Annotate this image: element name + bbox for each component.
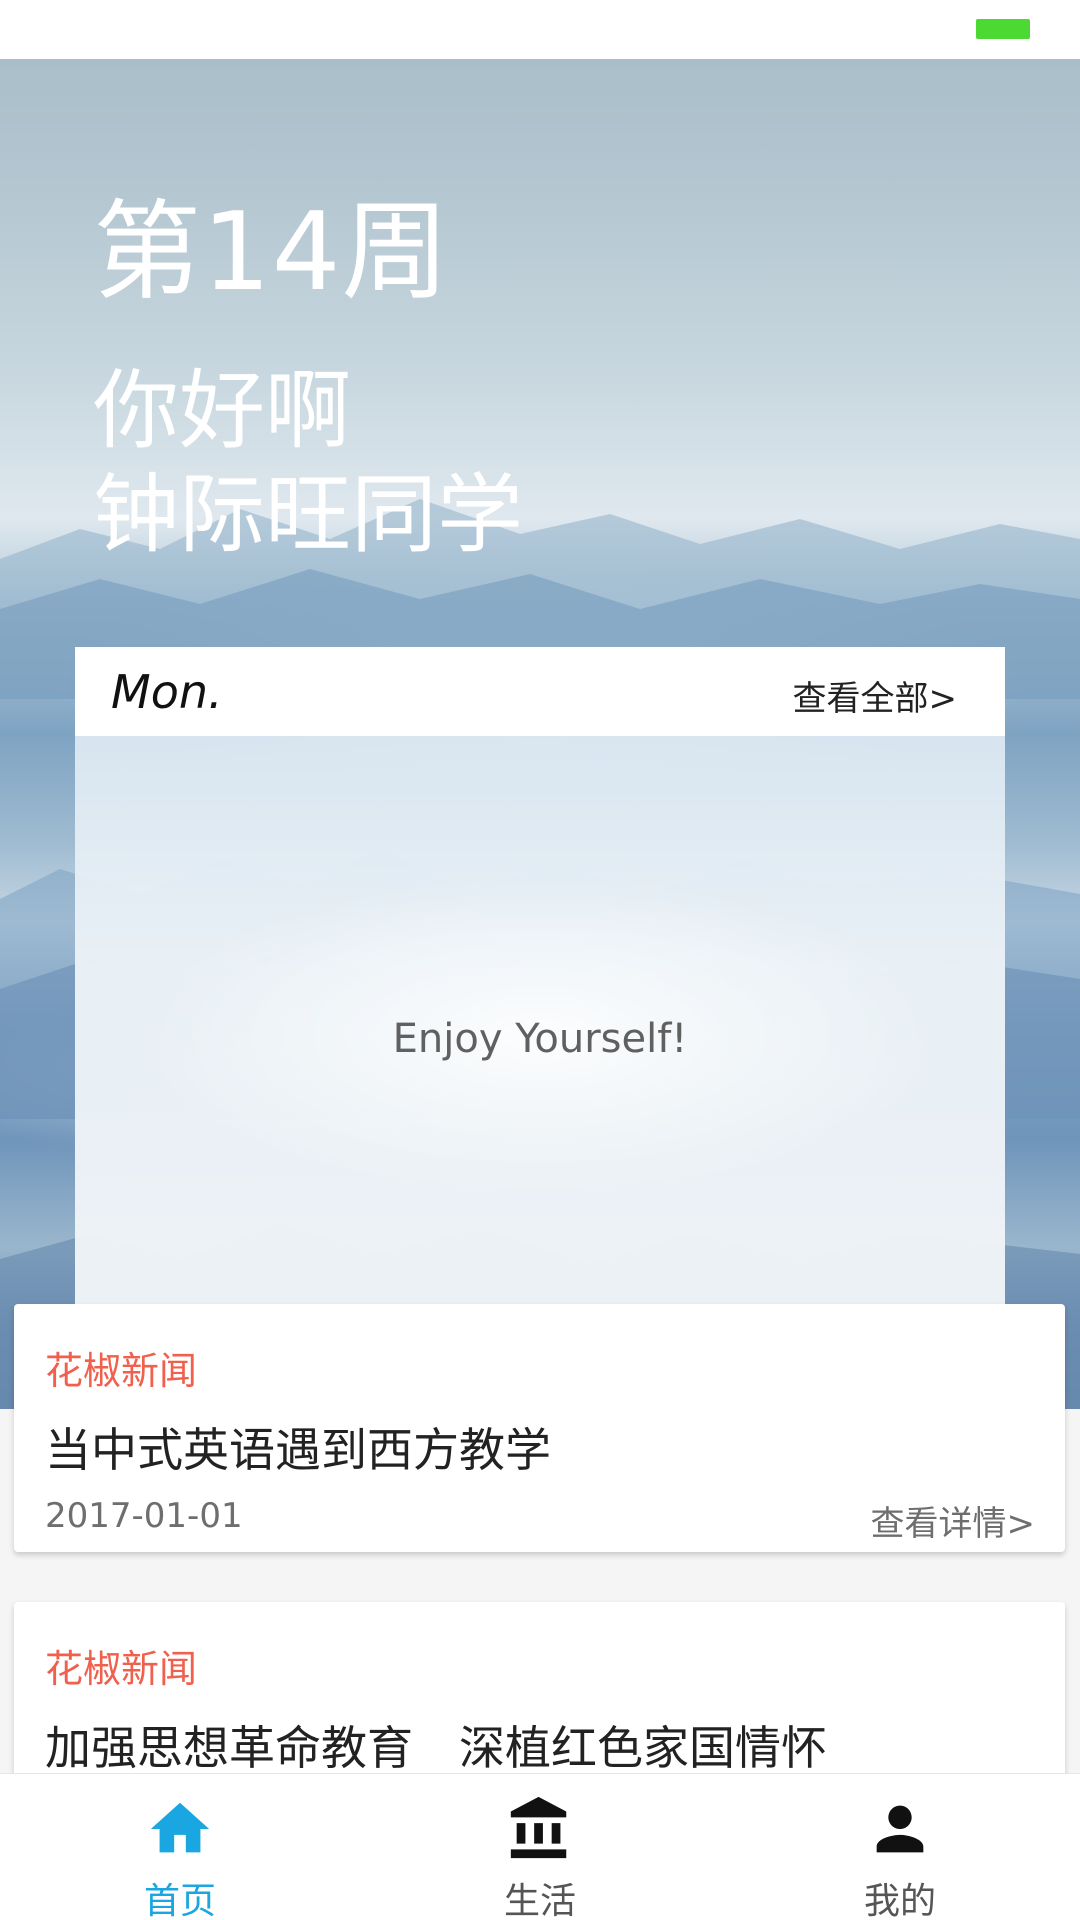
nav-item-home[interactable]: 首页 bbox=[0, 1774, 360, 1920]
battery-icon bbox=[976, 19, 1030, 39]
bottom-navigation: 首页 生活 我的 bbox=[0, 1773, 1080, 1920]
greeting: 你好啊 钟际旺同学 bbox=[93, 359, 523, 567]
person-icon bbox=[876, 1805, 924, 1853]
nav-item-mine[interactable]: 我的 bbox=[720, 1774, 1080, 1920]
nav-item-life[interactable]: 生活 bbox=[360, 1774, 720, 1920]
student-name: 钟际旺同学 bbox=[93, 465, 523, 565]
nav-label: 我的 bbox=[863, 1881, 936, 1920]
week-title: 第14周 bbox=[93, 190, 451, 315]
news-title[interactable]: 加强思想革命教育 深植红色家国情怀 bbox=[45, 1712, 827, 1778]
empty-schedule-message: Enjoy Yourself! bbox=[392, 1016, 688, 1062]
bank-icon bbox=[510, 1796, 567, 1859]
status-bar bbox=[0, 0, 1080, 59]
app-screen: 第14周 你好啊 钟际旺同学 Mon. 查看全部> Enjoy Yourself… bbox=[0, 0, 1080, 1920]
news-title[interactable]: 当中式英语遇到西方教学 bbox=[45, 1414, 551, 1480]
view-detail-link[interactable]: 查看详情> bbox=[871, 1496, 1036, 1545]
nav-label: 首页 bbox=[143, 1881, 216, 1920]
news-date: 2017-01-01 bbox=[45, 1496, 243, 1536]
schedule-card: Mon. 查看全部> Enjoy Yourself! bbox=[75, 647, 1005, 1313]
hero-background: 第14周 你好啊 钟际旺同学 Mon. 查看全部> Enjoy Yourself… bbox=[0, 59, 1080, 1409]
day-label: Mon. bbox=[111, 665, 223, 719]
schedule-header: Mon. 查看全部> bbox=[75, 647, 1005, 736]
news-card[interactable]: 花椒新闻 当中式英语遇到西方教学 2017-01-01 查看详情> bbox=[14, 1304, 1065, 1552]
schedule-body: Enjoy Yourself! bbox=[75, 736, 1005, 1313]
home-icon bbox=[150, 1802, 210, 1853]
news-source-tag: 花椒新闻 bbox=[45, 1647, 198, 1691]
greeting-line: 你好啊 bbox=[93, 361, 351, 461]
nav-label: 生活 bbox=[503, 1881, 576, 1920]
news-source-tag: 花椒新闻 bbox=[45, 1349, 198, 1393]
view-all-link[interactable]: 查看全部> bbox=[793, 671, 958, 720]
